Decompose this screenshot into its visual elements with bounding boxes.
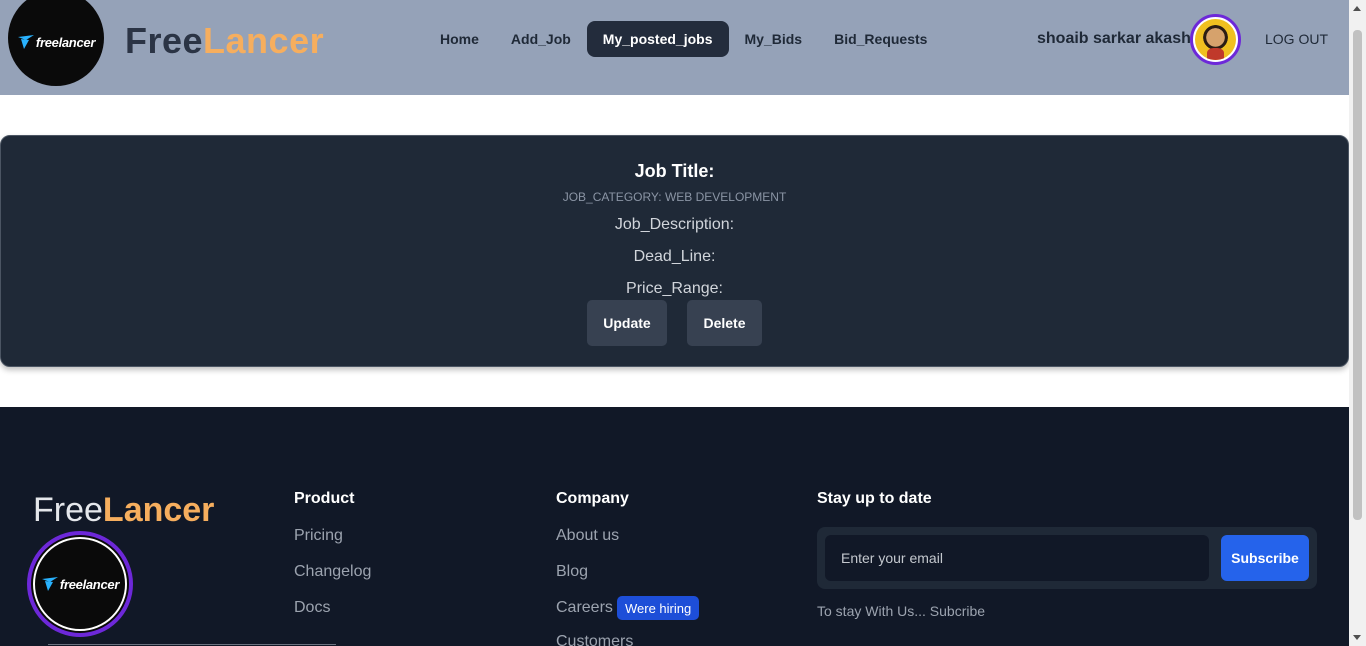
link-changelog[interactable]: Changelog [294,563,371,581]
logo-mark: freelancer [17,34,95,50]
nav-add-job[interactable]: Add_Job [495,21,587,57]
link-docs[interactable]: Docs [294,599,330,617]
brand-first: Free [125,20,204,61]
scroll-up-icon[interactable] [1353,6,1361,11]
subscribe-heading: Stay up to date [817,490,932,507]
subscribe-note: To stay With Us... Subcribe [817,603,986,619]
link-careers[interactable]: Careers [556,599,613,617]
nav-bid-requests[interactable]: Bid_Requests [818,21,943,57]
logo-text: freelancer [35,34,96,50]
brand-second: Lancer [203,20,325,61]
link-customers[interactable]: Customers [556,633,633,646]
brand-name: FreeLancer [125,20,324,62]
scroll-thumb[interactable] [1353,30,1362,520]
delete-button[interactable]: Delete [687,300,762,346]
nav-my-posted-jobs[interactable]: My_posted_jobs [586,21,729,57]
main-nav: Home Add_Job My_posted_jobs My_Bids Bid_… [424,21,943,57]
link-pricing[interactable]: Pricing [294,527,343,545]
nav-home[interactable]: Home [424,21,495,57]
subscribe-button[interactable]: Subscribe [1221,535,1309,581]
vertical-scrollbar[interactable] [1349,0,1366,646]
bird-icon [17,35,34,49]
job-card: Job Title: JOB_CATEGORY: WEB DEVELOPMENT… [0,135,1349,367]
email-field[interactable] [825,535,1209,581]
job-deadline: Dead_Line: [633,248,716,265]
logout-button[interactable]: LOG OUT [1265,31,1328,47]
job-price-range: Price_Range: [626,280,723,297]
nav-my-bids[interactable]: My_Bids [729,21,819,57]
job-description: Job_Description: [614,216,735,233]
footer: FreeLancer freelancer Product Pricing Ch… [0,407,1349,646]
scroll-down-icon[interactable] [1353,635,1361,640]
footer-divider [48,644,336,645]
link-about-us[interactable]: About us [556,527,619,545]
footer-logo[interactable]: freelancer [27,531,133,637]
product-heading: Product [294,490,355,507]
footer-logo-inner: freelancer [33,537,127,631]
user-name: shoaib sarkar akash [1037,30,1191,47]
footer-brand: FreeLancer [33,491,214,530]
subscribe-form: Subscribe [817,527,1317,589]
footer-logo-text: freelancer [59,576,120,592]
footer-brand-second: Lancer [102,491,215,529]
avatar-image [1195,19,1236,60]
avatar[interactable] [1190,14,1241,65]
company-heading: Company [556,490,629,507]
footer-logo-mark: freelancer [41,576,119,592]
bird-icon [41,577,58,591]
footer-brand-first: Free [33,491,103,529]
update-button[interactable]: Update [587,300,667,346]
hiring-badge: Were hiring [617,596,700,620]
link-blog[interactable]: Blog [556,563,588,581]
job-category: JOB_CATEGORY: WEB DEVELOPMENT [562,190,787,204]
top-navbar: freelancer FreeLancer Home Add_Job My_po… [0,0,1349,95]
site-logo[interactable]: freelancer [8,0,104,86]
job-title: Job Title: [634,161,715,181]
